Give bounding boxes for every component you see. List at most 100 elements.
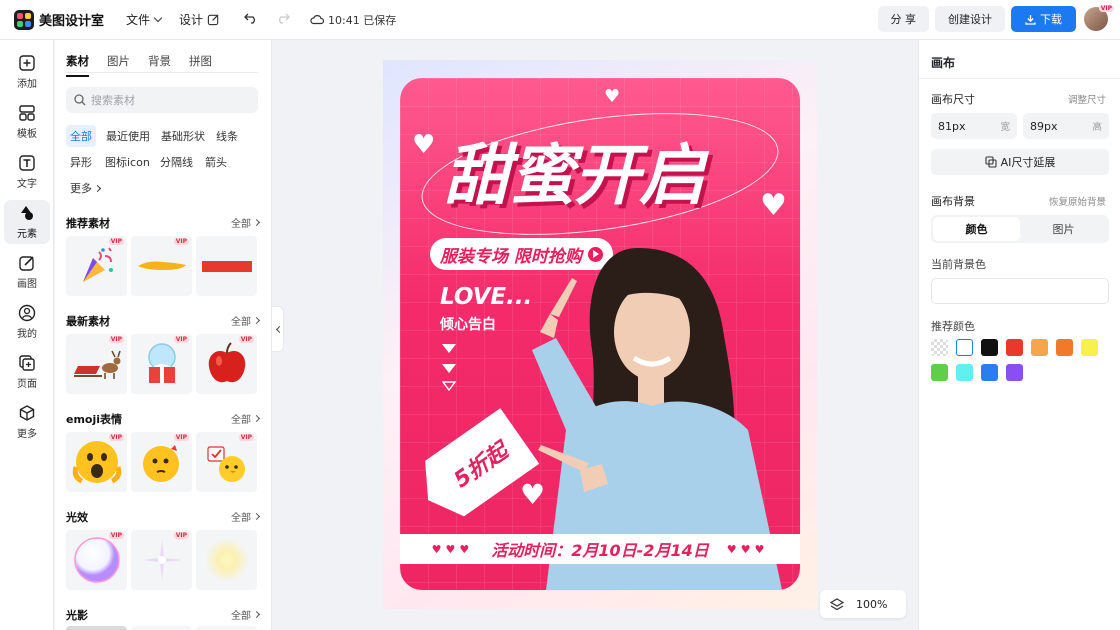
tab-images[interactable]: 图片 [107, 53, 130, 69]
asset-thumb-partial[interactable] [196, 626, 257, 630]
tab-materials[interactable]: 素材 [66, 53, 89, 77]
asset-thumb-chick-emoji[interactable]: VIP [196, 432, 257, 492]
search-input[interactable]: 搜索素材 [66, 87, 258, 113]
nav-template[interactable]: 模板 [4, 100, 50, 144]
chip-lines[interactable]: 线条 [212, 125, 242, 147]
chip-more[interactable]: 更多 [66, 177, 104, 199]
triangle-down-outline-icon [442, 381, 456, 391]
event-date-band[interactable]: ♥♥♥ 活动时间：2月10日-2月14日 ♥♥♥ [400, 534, 800, 564]
nav-elements[interactable]: 元素 [4, 200, 50, 244]
nav-elements-label: 元素 [17, 229, 37, 240]
poster-canvas[interactable]: 甜蜜开启 ♥ ♥ ♥ ♥ 服装专场 限时抢购 LOVE... 倾心告白 5折起 … [400, 78, 800, 590]
redo-icon[interactable] [276, 12, 290, 28]
color-swatch[interactable] [1006, 339, 1023, 356]
section-all-label: 全部 [231, 415, 251, 426]
color-swatch[interactable] [931, 339, 948, 356]
asset-thumb-thinking-emoji[interactable]: VIP [131, 432, 192, 492]
color-swatch[interactable] [956, 364, 973, 381]
color-swatch[interactable] [981, 339, 998, 356]
height-field[interactable]: 89px 高 [1023, 113, 1109, 139]
tab-collage[interactable]: 拼图 [189, 53, 212, 69]
collapse-panel-handle[interactable] [272, 306, 284, 352]
asset-thumb-bubble[interactable]: VIP [66, 530, 127, 590]
nav-page-label: 页面 [17, 379, 37, 390]
app-name: 美图设计室 [39, 14, 105, 29]
app-logo[interactable]: 美图设计室 [14, 9, 105, 30]
asset-thumb-red-bar[interactable] [196, 236, 257, 296]
color-swatch[interactable] [931, 364, 948, 381]
asset-thumb-gift-globe[interactable]: VIP [131, 334, 192, 394]
vip-badge: VIP [173, 434, 189, 441]
bg-mode-color[interactable]: 颜色 [933, 217, 1020, 241]
chip-recent[interactable]: 最近使用 [102, 125, 154, 147]
chip-icons[interactable]: 图标icon [101, 151, 154, 173]
asset-thumb-partial[interactable] [66, 626, 127, 630]
section-all-link[interactable]: 全部 [231, 215, 261, 230]
nav-draw[interactable]: 画图 [4, 250, 50, 294]
poster-title[interactable]: 甜蜜开启 [444, 122, 705, 218]
width-field[interactable]: 81px 宽 [931, 113, 1017, 139]
chip-arrows[interactable]: 箭头 [201, 151, 231, 173]
create-design-button[interactable]: 创建设计 [935, 6, 1005, 32]
section-title-light-shadow: 光影 [66, 609, 88, 622]
chip-dividers[interactable]: 分隔线 [156, 151, 197, 173]
resize-link[interactable]: 调整尺寸 [1068, 92, 1106, 106]
nav-more[interactable]: 更多 [4, 400, 50, 444]
section-all-link[interactable]: 全部 [231, 313, 261, 328]
nav-more-label: 更多 [17, 429, 37, 440]
color-swatch[interactable] [1006, 364, 1023, 381]
chip-all[interactable]: 全部 [66, 125, 96, 147]
download-button[interactable]: 下载 [1011, 6, 1076, 32]
asset-thumb-reindeer-sleigh[interactable]: VIP [66, 334, 127, 394]
asset-thumb-red-apple[interactable]: VIP [196, 334, 257, 394]
section-all-link[interactable]: 全部 [231, 509, 261, 524]
avatar[interactable]: VIP [1084, 5, 1114, 31]
current-bg-color-input[interactable] [931, 278, 1109, 304]
bg-mode-image[interactable]: 图片 [1020, 217, 1107, 241]
nav-text[interactable]: 文字 [4, 150, 50, 194]
restore-bg-link[interactable]: 恢复原始背景 [1049, 194, 1106, 208]
recommended-colors-label: 推荐颜色 [931, 320, 975, 333]
layers-icon [830, 597, 844, 610]
chevron-right-icon [252, 610, 261, 619]
asset-thumb-partial[interactable] [131, 626, 192, 630]
chevron-right-icon [252, 512, 261, 521]
chevron-right-icon [252, 218, 261, 227]
height-unit: 高 [1092, 122, 1102, 133]
color-swatch[interactable] [956, 339, 973, 356]
draw-icon [19, 256, 34, 271]
chip-irregular[interactable]: 异形 [66, 151, 96, 173]
share-button[interactable]: 分 享 [877, 6, 929, 32]
color-swatch[interactable] [981, 364, 998, 381]
section-all-link[interactable]: 全部 [231, 607, 261, 622]
ai-expand-button[interactable]: AI尺寸延展 [931, 149, 1109, 175]
asset-thumb-yellow-brush[interactable]: VIP [131, 236, 192, 296]
color-swatch[interactable] [1031, 339, 1048, 356]
nav-mine[interactable]: 我的 [4, 300, 50, 344]
zoom-control[interactable]: 100% [820, 590, 906, 618]
file-menu[interactable]: 文件 [126, 11, 163, 28]
design-menu-label: 设计 [179, 13, 204, 27]
asset-thumb-glow[interactable] [196, 530, 257, 590]
asset-thumb-sparkle[interactable]: VIP [131, 530, 192, 590]
chip-basic-shapes[interactable]: 基础形状 [157, 125, 209, 147]
nav-add[interactable]: 添加 [4, 50, 50, 94]
tab-backgrounds[interactable]: 背景 [148, 53, 171, 69]
asset-tabs: 素材 图片 背景 拼图 [66, 53, 230, 77]
section-title-newest: 最新素材 [66, 315, 110, 328]
section-all-label: 全部 [231, 219, 251, 230]
section-all-link[interactable]: 全部 [231, 411, 261, 426]
undo-icon[interactable] [244, 12, 258, 28]
zoom-level[interactable]: 100% [856, 598, 887, 611]
cube-icon [19, 405, 35, 421]
asset-thumb-shocked-emoji[interactable]: VIP [66, 432, 127, 492]
color-swatch[interactable] [1056, 339, 1073, 356]
asset-thumb-party-popper[interactable]: VIP [66, 236, 127, 296]
poster-love-subtext[interactable]: 倾心告白 [440, 314, 496, 334]
nav-page[interactable]: 页面 [4, 350, 50, 394]
poster-love-text[interactable]: LOVE... [440, 284, 532, 310]
design-menu[interactable]: 设计 [179, 11, 220, 28]
color-swatch[interactable] [1081, 339, 1098, 356]
section-title-recommended: 推荐素材 [66, 217, 110, 230]
save-status: 10:41 已保存 [310, 12, 396, 28]
